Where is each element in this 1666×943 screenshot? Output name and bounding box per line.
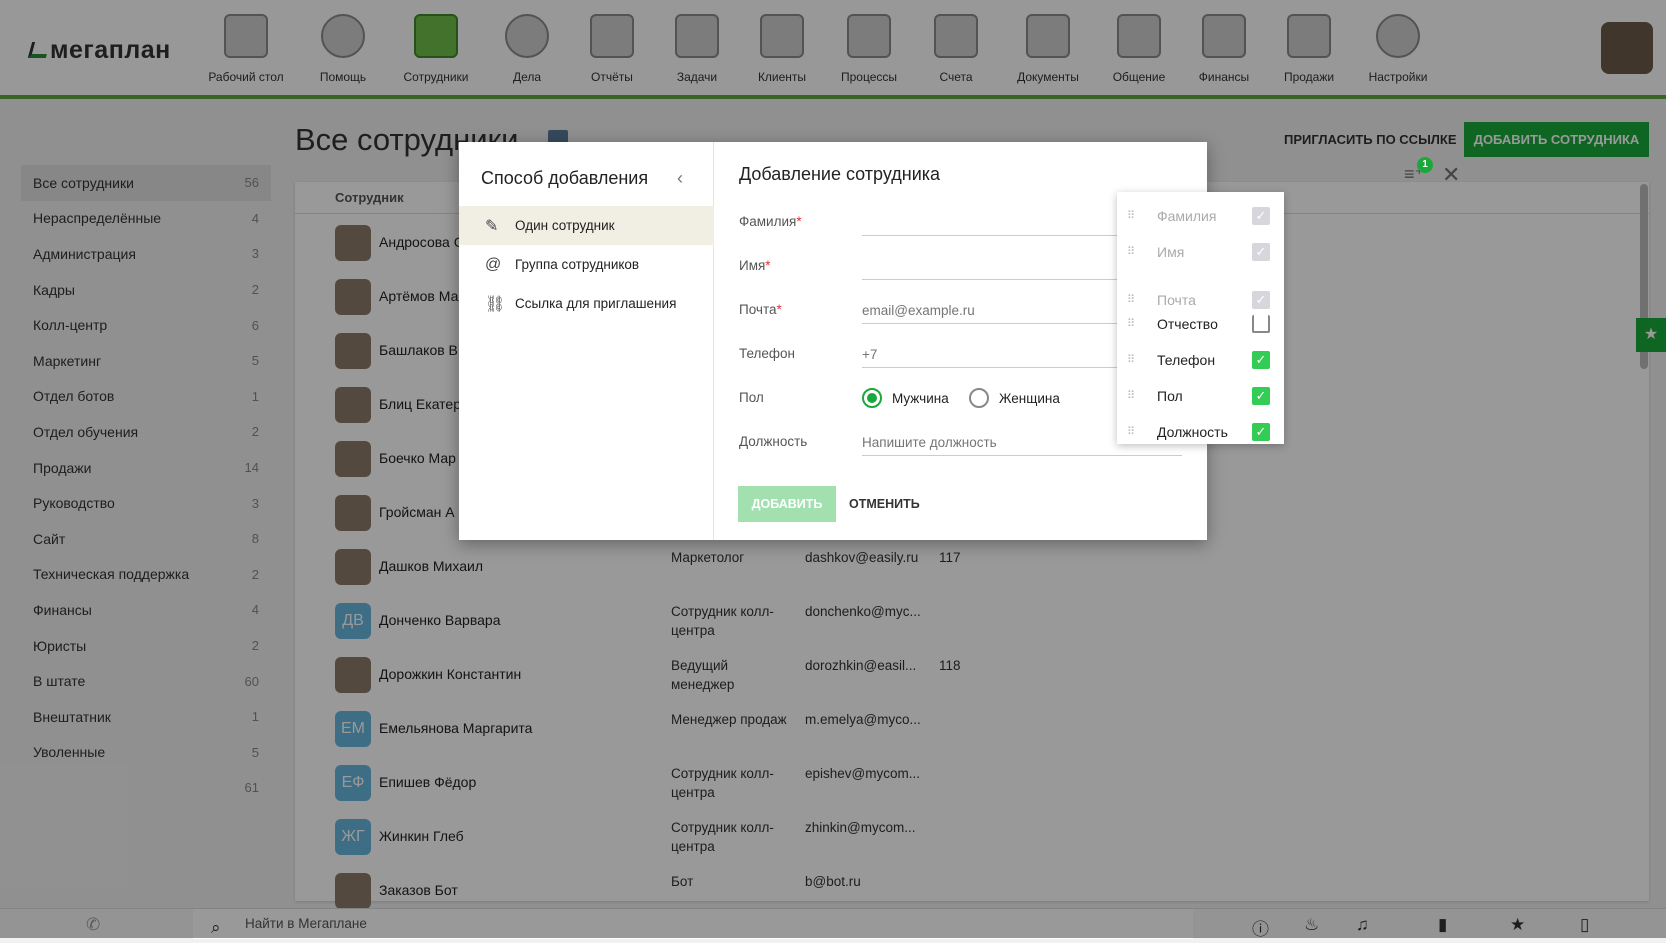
method-item[interactable]: ⛓ Ссылка для приглашения (459, 284, 714, 323)
field-checkbox[interactable]: ✓ (1252, 423, 1270, 441)
gender-female-radio[interactable]: Женщина (969, 388, 1060, 408)
drag-handle-icon[interactable]: ⠿ (1127, 247, 1137, 258)
field-option[interactable]: ⠿ Пол ✓ (1117, 378, 1284, 414)
field-checkbox[interactable]: ✓ (1252, 387, 1270, 405)
field-checkbox[interactable]: ✓ (1252, 207, 1270, 225)
gender-label: Пол (739, 390, 764, 405)
firstname-label: Имя* (739, 258, 771, 273)
fields-badge: 1 (1417, 157, 1433, 173)
field-option[interactable]: ⠿ Должность ✓ (1117, 414, 1284, 450)
method-item[interactable]: ✎ Один сотрудник (459, 206, 714, 245)
field-checkbox[interactable] (1252, 315, 1270, 333)
phone-label: Телефон (739, 346, 796, 361)
chevron-left-icon[interactable]: ‹ (677, 168, 683, 189)
field-option[interactable]: ⠿ Имя ✓ (1117, 234, 1284, 270)
drag-handle-icon[interactable]: ⠿ (1127, 355, 1137, 366)
link-icon: ⛓ (485, 295, 506, 313)
submit-add-button[interactable]: ДОБАВИТЬ (738, 486, 836, 522)
add-employee-dialog: Способ добавления ‹ ✎ Один сотрудник @ Груп… (459, 142, 1460, 540)
dialog-title: Добавление сотрудника (739, 164, 941, 184)
position-label: Должность (739, 434, 808, 449)
pencil-icon: ✎ (485, 217, 499, 235)
cancel-button[interactable]: ОТМЕНИТЬ (849, 486, 920, 522)
drag-handle-icon[interactable]: ⠿ (1127, 319, 1137, 330)
email-label: Почта* (739, 302, 782, 317)
field-checkbox[interactable]: ✓ (1252, 351, 1270, 369)
field-checkbox[interactable]: ✓ (1252, 243, 1270, 261)
field-option[interactable]: ⠿ Отчество (1117, 306, 1284, 342)
fields-dropdown: ⠿ Фамилия ✓ ⠿ Имя ✓ ⠿ Почта ✓ ⠿ Отчество ⠿ Телефон ✓ ⠿… (1117, 192, 1284, 444)
at-icon: @ (485, 255, 502, 273)
lastname-label: Фамилия* (739, 214, 802, 229)
close-icon[interactable]: ✕ (1442, 162, 1460, 188)
field-option[interactable]: ⠿ Фамилия ✓ (1117, 198, 1284, 234)
method-title: Способ добавления (481, 168, 649, 188)
drag-handle-icon[interactable]: ⠿ (1127, 391, 1137, 402)
drag-handle-icon[interactable]: ⠿ (1127, 211, 1137, 222)
method-item[interactable]: @ Группа сотрудников (459, 245, 714, 284)
gender-male-radio[interactable]: Мужчина (862, 388, 949, 408)
drag-handle-icon[interactable]: ⠿ (1127, 295, 1137, 306)
drag-handle-icon[interactable]: ⠿ (1127, 427, 1137, 438)
method-pane: Способ добавления ‹ ✎ Один сотрудник @ Груп… (459, 142, 714, 540)
field-option[interactable]: ⠿ Телефон ✓ (1117, 342, 1284, 378)
